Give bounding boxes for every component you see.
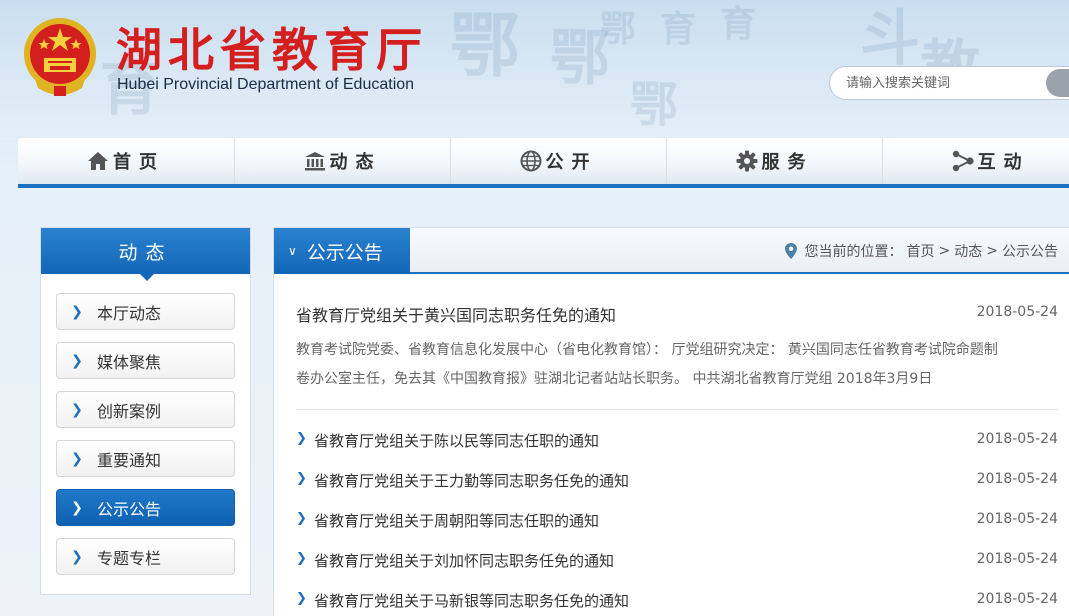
news-title[interactable]: 省教育厅党组关于马新银等同志职务任免的通知 <box>314 590 629 611</box>
nav-label: 服务 <box>761 152 814 173</box>
divider <box>296 409 1058 410</box>
sidebar-item-notices[interactable]: ❯ 重要通知 <box>56 440 235 477</box>
building-icon <box>304 152 325 171</box>
news-title[interactable]: 省教育厅党组关于王力勤等同志职务任免的通知 <box>314 470 629 491</box>
chevron-right-icon: ❯ <box>71 401 83 418</box>
nav-interact[interactable]: 互动 <box>882 138 1069 184</box>
breadcrumb-prefix: 您当前的位置： <box>804 244 903 260</box>
nav-public[interactable]: 公开 <box>450 138 666 184</box>
featured-article: 省教育厅党组关于黄兴国同志职务任免的通知 2018-05-24 <box>296 302 1058 326</box>
news-date: 2018-05-24 <box>976 471 1058 487</box>
main-nav: 首页 动态 公开 服务 互动 <box>18 138 1069 188</box>
chevron-right-icon: ❯ <box>296 471 307 486</box>
breadcrumb-home[interactable]: 首页 <box>907 241 935 261</box>
chevron-right-icon: ❯ <box>296 511 307 526</box>
section-header: ∨ 公示公告 您当前的位置： 首页 > 动态 > 公示公告 <box>274 228 1069 274</box>
sidebar-item-hall-news[interactable]: ❯ 本厅动态 <box>56 293 235 330</box>
search-input[interactable] <box>846 73 1036 93</box>
site-title[interactable]: 湖北省教育厅 <box>116 14 428 80</box>
featured-article-title[interactable]: 省教育厅党组关于黄兴国同志职务任免的通知 <box>296 302 1058 326</box>
breadcrumb-news[interactable]: 动态 <box>954 241 982 261</box>
chevron-right-icon: ❯ <box>71 352 83 369</box>
breadcrumb: 您当前的位置： 首页 > 动态 > 公示公告 <box>784 241 1060 261</box>
sidebar-item-label: 本厅动态 <box>97 303 162 323</box>
chevron-right-icon: ❯ <box>71 303 83 320</box>
nav-service[interactable]: 服务 <box>666 138 882 184</box>
double-chevron-down-icon: ∨ <box>288 244 297 258</box>
national-emblem-icon[interactable] <box>20 14 100 98</box>
news-item[interactable]: ❯ 省教育厅党组关于刘加怀同志职务任免的通知 2018-05-24 <box>296 550 1058 572</box>
nav-label: 动态 <box>329 152 382 173</box>
news-item[interactable]: ❯ 省教育厅党组关于马新银等同志职务任免的通知 2018-05-24 <box>296 590 1058 612</box>
sidebar-item-media[interactable]: ❯ 媒体聚焦 <box>56 342 235 379</box>
chevron-right-icon: ❯ <box>296 591 307 606</box>
chevron-right-icon: ❯ <box>296 551 307 566</box>
news-item[interactable]: ❯ 省教育厅党组关于王力勤等同志职务任免的通知 2018-05-24 <box>296 470 1058 492</box>
news-item[interactable]: ❯ 省教育厅党组关于陈以民等同志任职的通知 2018-05-24 <box>296 430 1058 452</box>
summary-line: 卷办公室主任，免去其《中国教育报》驻湖北记者站站长职务。 中共湖北省教育厅党组 … <box>296 371 933 387</box>
sidebar-item-label: 创新案例 <box>97 401 162 421</box>
nav-label: 首页 <box>113 152 165 173</box>
sidebar: 动态 ❯ 本厅动态 ❯ 媒体聚焦 ❯ 创新案例 ❯ 重要通知 ❯ 公示公告 ❯ … <box>40 227 251 595</box>
site-subtitle: Hubei Provincial Department of Education <box>117 76 415 93</box>
sidebar-item-label: 媒体聚焦 <box>97 352 162 372</box>
nav-label: 互动 <box>977 152 1030 173</box>
chevron-right-icon: ❯ <box>71 548 83 565</box>
globe-icon <box>520 150 541 172</box>
news-title[interactable]: 省教育厅党组关于陈以民等同志任职的通知 <box>314 430 599 451</box>
news-date: 2018-05-24 <box>976 511 1058 527</box>
news-date: 2018-05-24 <box>976 551 1058 567</box>
search-box <box>829 66 1069 100</box>
sidebar-item-label: 专题专栏 <box>97 548 162 568</box>
sidebar-item-announcements[interactable]: ❯ 公示公告 <box>56 489 235 526</box>
breadcrumb-separator: > <box>986 243 998 259</box>
news-title[interactable]: 省教育厅党组关于刘加怀同志职务任免的通知 <box>314 550 614 571</box>
gear-icon <box>736 150 757 172</box>
search-button[interactable] <box>1046 69 1069 97</box>
news-date: 2018-05-24 <box>976 431 1058 447</box>
news-title[interactable]: 省教育厅党组关于周朝阳等同志任职的通知 <box>314 510 599 531</box>
sidebar-item-topics[interactable]: ❯ 专题专栏 <box>56 538 235 575</box>
section-title-label: 公示公告 <box>306 241 383 264</box>
heading-arrow-icon <box>140 274 154 281</box>
location-pin-icon <box>784 243 797 259</box>
share-icon <box>952 150 974 172</box>
chevron-right-icon: ❯ <box>71 450 83 467</box>
nav-home[interactable]: 首页 <box>18 138 234 184</box>
news-date: 2018-05-24 <box>976 591 1058 607</box>
chevron-right-icon: ❯ <box>71 499 83 516</box>
news-item[interactable]: ❯ 省教育厅党组关于周朝阳等同志任职的通知 2018-05-24 <box>296 510 1058 532</box>
sidebar-heading: 动态 <box>41 228 250 281</box>
nav-label: 公开 <box>545 152 598 173</box>
sidebar-item-label: 重要通知 <box>97 450 162 470</box>
breadcrumb-separator: > <box>938 243 951 259</box>
breadcrumb-current[interactable]: 公示公告 <box>1002 241 1058 261</box>
main-content: ∨ 公示公告 您当前的位置： 首页 > 动态 > 公示公告 省教育厅党组关于黄兴… <box>273 227 1069 616</box>
home-icon <box>88 152 108 170</box>
sidebar-heading-label: 动态 <box>118 241 173 264</box>
summary-line: 教育考试院党委、省教育信息化发展中心（省电化教育馆）： 厅党组研究决定： 黄兴国… <box>296 342 998 358</box>
sidebar-item-cases[interactable]: ❯ 创新案例 <box>56 391 235 428</box>
section-title: ∨ 公示公告 <box>274 228 410 274</box>
sidebar-item-label: 公示公告 <box>97 499 162 519</box>
featured-article-date: 2018-05-24 <box>976 304 1058 320</box>
chevron-right-icon: ❯ <box>296 431 307 446</box>
featured-article-summary: 教育考试院党委、省教育信息化发展中心（省电化教育馆）： 厅党组研究决定： 黄兴国… <box>296 336 1060 394</box>
site-header: 鄂 鄂 鄂 育 育 鄂 斗 教 育 湖北省教育厅 Hubei Provincia… <box>0 0 1069 140</box>
nav-news[interactable]: 动态 <box>234 138 450 184</box>
